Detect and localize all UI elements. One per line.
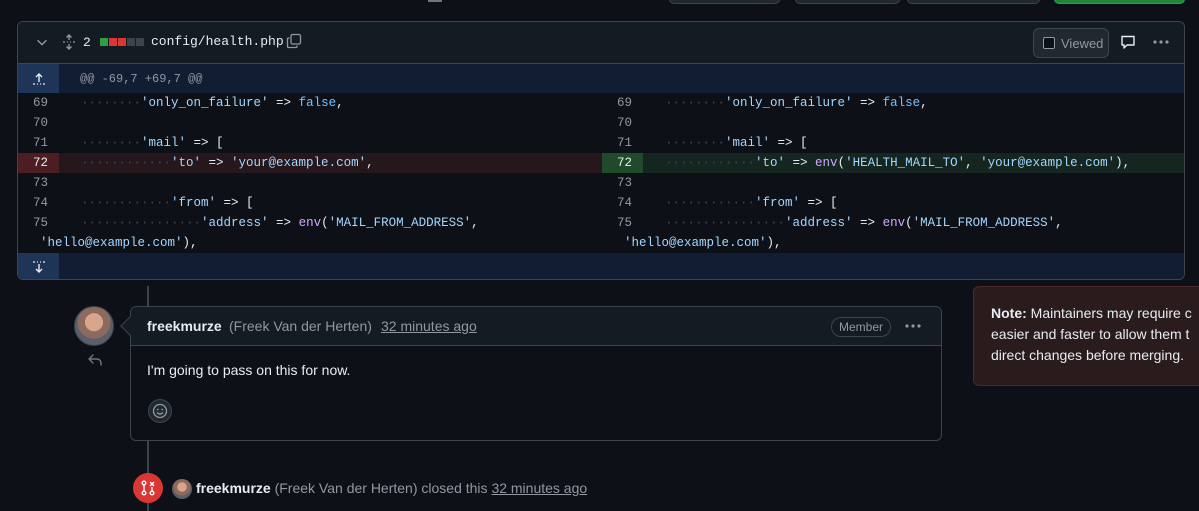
note-line: Maintainers may require c: [1030, 305, 1192, 321]
kebab-horizontal-icon[interactable]: [1152, 34, 1170, 50]
diff-row: 74 ············'from' => [ 74 ············…: [18, 193, 1184, 213]
expand-down-button[interactable]: [18, 253, 59, 279]
maintainer-note: Note: Maintainers may require c easier a…: [973, 286, 1199, 386]
line-number[interactable]: 70: [602, 113, 643, 133]
chevron-down-icon[interactable]: [35, 35, 49, 49]
diff-row: 70 70: [18, 113, 1184, 133]
code-line: ········'only_on_failure' => false,: [665, 96, 928, 110]
avatar[interactable]: [74, 306, 114, 346]
code-line: ············'from' => [: [81, 196, 254, 210]
event-author[interactable]: freekmurze: [196, 480, 271, 496]
comment-timestamp[interactable]: 32 minutes ago: [381, 318, 477, 334]
file-header: 2 config/health.php Viewed: [18, 22, 1184, 64]
code-line: ················'address' => env('MAIL_F…: [665, 216, 1063, 230]
hunk-header-text: @@ -69,7 +69,7 @@: [80, 71, 203, 86]
code-line: ················'address' => env('MAIL_F…: [81, 216, 479, 230]
copy-icon[interactable]: [286, 33, 302, 49]
viewed-toggle[interactable]: Viewed: [1033, 28, 1109, 58]
event-author-fullname: (Freek Van der Herten): [274, 480, 418, 496]
smiley-icon: [152, 403, 168, 419]
note-label: Note:: [991, 305, 1027, 321]
comment-icon[interactable]: [1120, 34, 1136, 50]
line-number[interactable]: 75: [18, 213, 59, 233]
timeline-event: freekmurze (Freek Van der Herten) closed…: [196, 480, 587, 496]
diff-row: 75 ················'address' => env('MAIL…: [18, 213, 1184, 233]
code-line: 'hello@example.com'),: [624, 236, 782, 250]
line-number[interactable]: 73: [18, 173, 59, 193]
comment-card: freekmurze (Freek Van der Herten) 32 min…: [120, 306, 942, 441]
code-line: ········'mail' => [: [665, 136, 808, 150]
code-line-deleted: ············'to' => 'your@example.com',: [59, 153, 602, 173]
avatar[interactable]: [172, 479, 192, 499]
add-reaction-button[interactable]: [148, 399, 172, 423]
top-divider-mark: [428, 0, 442, 2]
code-line-added: ············'to' => env('HEALTH_MAIL_TO'…: [643, 153, 1184, 173]
line-number[interactable]: 70: [18, 113, 59, 133]
expand-all-icon[interactable]: [61, 34, 77, 50]
file-name[interactable]: config/health.php: [151, 34, 284, 49]
expand-up-button[interactable]: [18, 64, 59, 93]
viewed-label: Viewed: [1061, 35, 1104, 51]
event-timestamp[interactable]: 32 minutes ago: [491, 480, 587, 496]
diff-file: 2 config/health.php Viewed @@ -69,7 +69,…: [17, 21, 1185, 280]
header-primary-button[interactable]: [1054, 0, 1185, 4]
line-number[interactable]: 71: [18, 133, 59, 153]
diff-row: 69 ········'only_on_failure' => false, 69…: [18, 93, 1184, 113]
line-number[interactable]: 69: [18, 93, 59, 113]
diff-row: 73 73: [18, 173, 1184, 193]
git-pull-request-closed-icon: [141, 480, 155, 496]
diff-row-changed: 72 ············'to' => 'your@example.com'…: [18, 153, 1184, 173]
viewed-checkbox[interactable]: [1043, 37, 1055, 49]
line-number[interactable]: 69: [602, 93, 643, 113]
kebab-horizontal-icon[interactable]: [904, 318, 922, 334]
hunk-header-row: @@ -69,7 +69,7 @@: [18, 64, 1184, 93]
line-number-added[interactable]: 72: [602, 153, 643, 173]
code-line: ············'from' => [: [665, 196, 838, 210]
comment-body: I'm going to pass on this for now.: [147, 362, 351, 378]
line-number[interactable]: 71: [602, 133, 643, 153]
diff-row-wrapped: 'hello@example.com'), 'hello@example.com…: [18, 233, 1184, 253]
code-line: ········'only_on_failure' => false,: [81, 96, 344, 110]
line-number[interactable]: 74: [602, 193, 643, 213]
note-line: easier and faster to allow them t: [991, 326, 1190, 342]
reply-icon[interactable]: [87, 352, 103, 368]
note-line: direct changes before merging.: [991, 347, 1184, 363]
header-button[interactable]: [907, 0, 1040, 4]
diff-row: 71 ········'mail' => [ 71 ········'mail' =…: [18, 133, 1184, 153]
comment-author[interactable]: freekmurze: [147, 318, 222, 334]
header-button[interactable]: [669, 0, 780, 4]
split-diff-table: 69 ········'only_on_failure' => false, 69…: [18, 93, 1184, 253]
line-number[interactable]: 75: [602, 213, 643, 233]
line-number[interactable]: 74: [18, 193, 59, 213]
change-count: 2: [83, 35, 91, 50]
code-line: ········'mail' => [: [81, 136, 224, 150]
event-action: closed this: [421, 480, 488, 496]
expand-down-row: [18, 253, 1184, 279]
diffstat-bars: [100, 38, 144, 46]
code-line: 'hello@example.com'),: [40, 236, 198, 250]
line-number[interactable]: 73: [602, 173, 643, 193]
line-number-deleted[interactable]: 72: [18, 153, 59, 173]
comment-author-fullname: (Freek Van der Herten): [229, 318, 372, 334]
header-button[interactable]: [795, 0, 900, 4]
member-badge: Member: [831, 317, 892, 337]
fold-down-icon: [32, 261, 45, 273]
fold-up-icon: [32, 72, 45, 85]
comment-header: freekmurze (Freek Van der Herten) 32 min…: [131, 307, 941, 346]
closed-pr-badge: [133, 473, 163, 503]
